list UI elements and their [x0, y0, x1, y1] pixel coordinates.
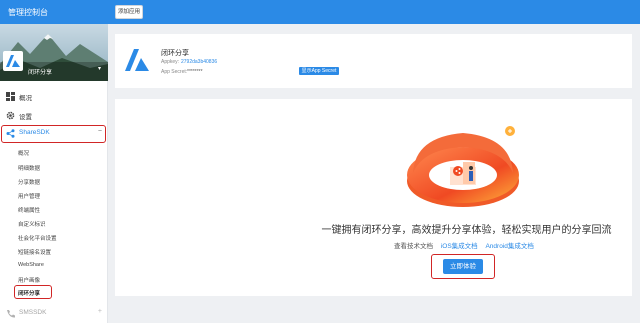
add-app-button[interactable]: 添加应用 — [115, 5, 143, 19]
caret-down-icon[interactable]: ▾ — [98, 65, 101, 72]
show-app-secret-button[interactable]: 显示App Secret — [299, 67, 339, 75]
share-ring-illustration — [407, 126, 519, 207]
sub-item-social-platform-settings[interactable]: 社会化平台设置 — [18, 234, 57, 242]
top-bar: 管理控制台 添加应用 — [0, 0, 640, 24]
sub-item-share-data[interactable]: 分享数据 — [18, 178, 40, 186]
app-name-label: 闭环分享 — [28, 70, 53, 76]
highlight-try-now — [431, 254, 495, 279]
app-info-card: 闭环分享 Appkey: 2792da3b40836 App Secret: *… — [115, 34, 632, 88]
app-name: 闭环分享 — [161, 50, 189, 57]
gear-icon — [6, 111, 15, 120]
appkey-value: 2792da3b40836 — [181, 59, 218, 65]
nav-overview[interactable]: 概况 — [0, 88, 108, 106]
appkey-label: Appkey: — [161, 59, 180, 65]
app-logo — [3, 51, 23, 71]
app-logo-large — [125, 49, 149, 71]
highlight-sharesdk — [1, 125, 106, 143]
expand-icon[interactable]: + — [98, 308, 102, 315]
android-docs-link[interactable]: Android集成文档 — [485, 243, 533, 250]
sub-item-user-management[interactable]: 用户管理 — [18, 192, 40, 200]
sub-item-user-portrait[interactable]: 用户画像 — [18, 276, 40, 284]
highlight-closed-loop-share — [14, 285, 52, 299]
ios-docs-link[interactable]: iOS集成文档 — [441, 243, 478, 250]
sub-item-overview[interactable]: 概况 — [18, 149, 29, 157]
nav-overview-label: 概况 — [19, 95, 32, 102]
console-title: 管理控制台 — [8, 8, 48, 17]
dashboard-icon — [6, 92, 15, 101]
sub-item-custom-tags[interactable]: 自定义标识 — [18, 220, 46, 228]
phone-icon — [7, 310, 15, 318]
app-secret-label: App Secret: — [161, 69, 188, 75]
closed-loop-promo-card: 一键拥有闭环分享，高效提升分享体验，轻松实现用户的分享回流 查看技术文档 iOS… — [115, 99, 632, 296]
sub-item-detail-data[interactable]: 明细数据 — [18, 164, 40, 172]
sub-item-webshare[interactable]: WebShare — [18, 262, 44, 268]
app-banner[interactable]: 闭环分享 ▾ — [0, 24, 108, 81]
promo-headline: 一键拥有闭环分享，高效提升分享体验，轻松实现用户的分享回流 — [321, 225, 612, 236]
nav-smssdk[interactable]: SMSSDK + — [0, 305, 108, 323]
nav-settings-label: 设置 — [19, 114, 32, 121]
sub-item-short-link-settings[interactable]: 短链接名设置 — [18, 248, 51, 256]
sidebar: 闭环分享 ▾ 概况 设置 ShareSDK − 概况 明细数据 分享数据 用户管… — [0, 24, 108, 323]
docs-label: 查看技术文档 — [394, 243, 433, 250]
docs-links: 查看技术文档 iOS集成文档 Android集成文档 — [394, 240, 534, 250]
nav-settings[interactable]: 设置 — [0, 107, 108, 125]
sub-item-device-attributes[interactable]: 终端属性 — [18, 206, 40, 214]
app-secret-value: ******** — [187, 69, 203, 75]
nav-smssdk-label: SMSSDK — [19, 309, 47, 316]
